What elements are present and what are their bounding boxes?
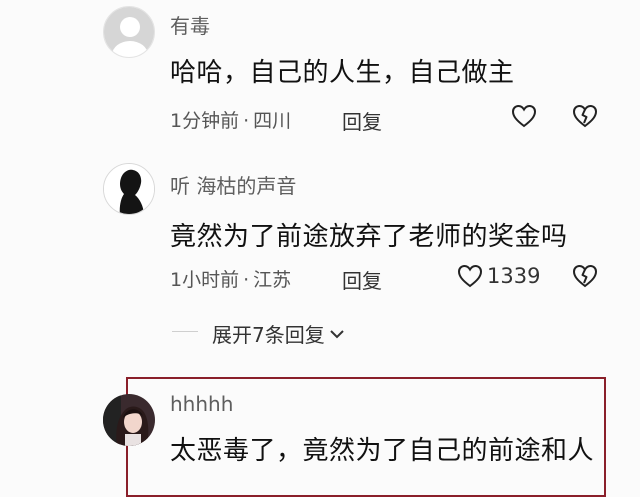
expand-replies-label: 展开7条回复	[212, 323, 325, 347]
comment-meta: 1小时前 · 江苏	[170, 265, 291, 292]
avatar[interactable]	[103, 394, 155, 446]
dislike-button[interactable]	[572, 104, 598, 132]
comment-meta: 1分钟前 · 四川	[170, 106, 291, 133]
avatar[interactable]	[103, 6, 155, 58]
comment-username[interactable]: 听 海枯的声音	[170, 170, 296, 199]
comment-location: 四川	[253, 110, 292, 132]
expand-replies-button[interactable]: 展开7条回复	[212, 319, 345, 348]
expand-divider	[172, 331, 198, 332]
chevron-down-icon	[330, 329, 344, 338]
silhouette-avatar-icon	[104, 164, 154, 214]
broken-heart-icon	[572, 264, 598, 288]
heart-outline-icon	[511, 104, 537, 128]
comment-location: 江苏	[253, 269, 292, 291]
like-button[interactable]: 1339	[457, 264, 540, 288]
comment-text: 太恶毒了，竟然为了自己的前途和人	[170, 436, 595, 466]
heart-outline-icon	[457, 264, 483, 288]
dot-separator: ·	[243, 110, 250, 132]
default-avatar-icon	[104, 7, 154, 57]
comment-text: 竟然为了前途放弃了老师的奖金吗	[170, 222, 568, 252]
dislike-button[interactable]	[572, 264, 598, 292]
photo-avatar-icon	[103, 394, 155, 446]
broken-heart-icon	[572, 104, 598, 128]
reply-button[interactable]: 回复	[342, 265, 382, 294]
comment-username[interactable]: 有毒	[170, 10, 210, 39]
like-button[interactable]	[511, 104, 537, 128]
comment-time: 1分钟前	[170, 110, 240, 132]
comment-username[interactable]: hhhhh	[170, 392, 233, 416]
reply-button[interactable]: 回复	[342, 106, 382, 135]
comment-text: 哈哈，自己的人生，自己做主	[170, 58, 515, 88]
like-count: 1339	[487, 264, 541, 288]
comment-time: 1小时前	[170, 269, 240, 291]
avatar[interactable]	[103, 163, 155, 215]
dot-separator: ·	[243, 269, 250, 291]
